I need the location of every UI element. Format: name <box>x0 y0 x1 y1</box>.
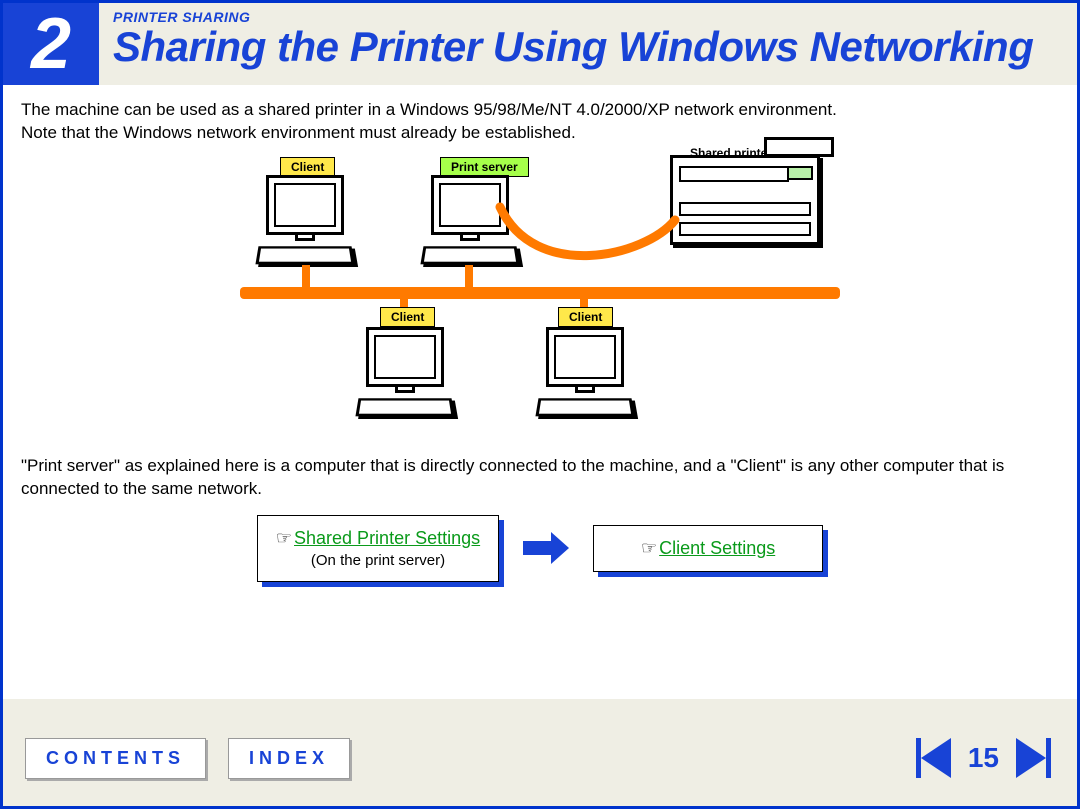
label-client-bottom-right: Client <box>558 307 613 327</box>
drop-1 <box>302 265 310 289</box>
printer-cable <box>495 202 695 272</box>
page-number: 15 <box>968 742 999 774</box>
client-pc-3 <box>530 327 640 418</box>
client-settings-link[interactable]: Client Settings <box>659 538 775 558</box>
chapter-number: 2 <box>3 3 99 85</box>
network-bus <box>240 287 840 299</box>
prev-page-button[interactable] <box>912 736 956 780</box>
drop-2 <box>465 265 473 289</box>
pointing-hand-icon: ☞ <box>276 528 292 548</box>
page-title: Sharing the Printer Using Windows Networ… <box>113 25 1077 69</box>
pointing-hand-icon: ☞ <box>641 538 657 558</box>
next-page-button[interactable] <box>1011 736 1055 780</box>
index-button[interactable]: INDEX <box>228 738 350 779</box>
client-pc-2 <box>350 327 460 418</box>
shared-printer-settings-link[interactable]: Shared Printer Settings <box>294 528 480 548</box>
title-block: PRINTER SHARING Sharing the Printer Usin… <box>99 3 1077 85</box>
explanation-text: "Print server" as explained here is a co… <box>21 455 1059 501</box>
body-content: The machine can be used as a shared prin… <box>3 85 1077 699</box>
chapter-header: 2 PRINTER SHARING Sharing the Printer Us… <box>3 3 1077 85</box>
shared-printer-settings-sub: (On the print server) <box>276 551 480 571</box>
link-boxes-row: ☞Shared Printer Settings (On the print s… <box>21 515 1059 582</box>
client-pc-1 <box>250 175 360 266</box>
network-diagram: Client Print server Shared printer <box>240 157 840 437</box>
intro-line-2: Note that the Windows network environmen… <box>21 122 1059 145</box>
shared-printer-settings-box[interactable]: ☞Shared Printer Settings (On the print s… <box>257 515 499 582</box>
arrow-right-icon <box>523 532 569 564</box>
label-client-bottom-left: Client <box>380 307 435 327</box>
intro-line-1: The machine can be used as a shared prin… <box>21 99 1059 122</box>
footer-bar: CONTENTS INDEX 15 <box>3 710 1077 806</box>
client-settings-box[interactable]: ☞Client Settings <box>593 525 823 572</box>
contents-button[interactable]: CONTENTS <box>25 738 206 779</box>
page-frame: 2 PRINTER SHARING Sharing the Printer Us… <box>0 0 1080 809</box>
